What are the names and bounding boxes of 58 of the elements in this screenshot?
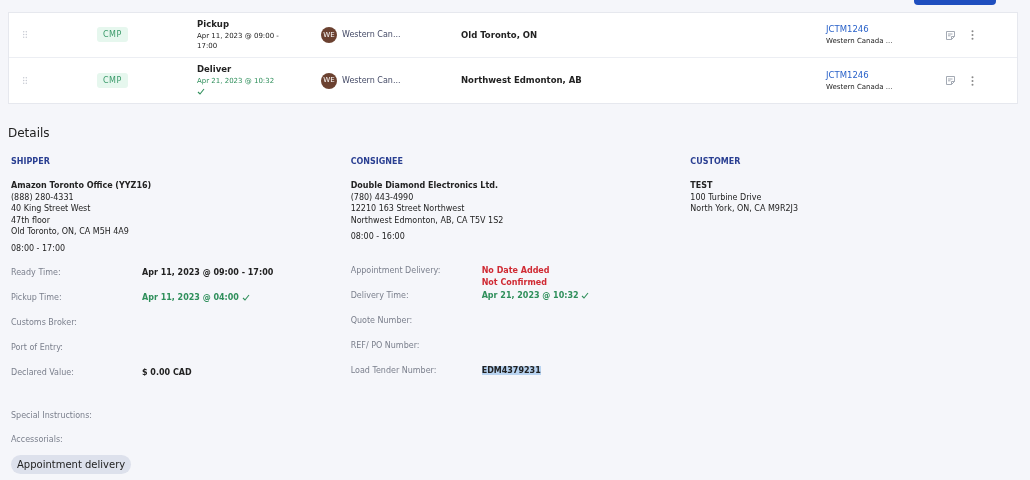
address-line: 12210 163 Street Northwest [350,203,466,215]
stop-location: Northwest Edmonton, AB [461,74,583,87]
carrier-name: Western Can... [342,29,401,41]
reference-link[interactable]: JCTM1246 [826,68,946,82]
note-icon[interactable] [946,76,955,85]
field-value: EDM4379231 [481,366,541,376]
field-value: Not Confirmed [481,278,547,288]
field-label: Delivery Time: [350,290,410,303]
field-label: Port of Entry: [11,341,65,354]
field-label: Accessorials: [11,433,64,446]
party-heading: SHIPPER [11,156,51,168]
party-name: Double Diamond Electronics Ltd. [350,180,500,192]
address-line: 40 King Street West [11,203,92,215]
field-value: Apr 11, 2023 @ 04:00 [142,292,239,302]
more-options-icon[interactable] [971,75,974,86]
stop-type: Deliver [197,63,233,76]
drag-handle-icon[interactable] [23,31,27,38]
reference-link[interactable]: JCTM1246 [826,23,946,37]
address-line: 100 Turbine Drive [690,191,763,204]
field-value: Apr 21, 2023 @ 10:32 [481,291,579,301]
section-title: Details [8,125,51,142]
check-icon [241,293,250,301]
address-line: North York, ON, CA M9R2J3 [690,203,800,215]
status-tag: CMP [97,27,128,42]
address-line: 47th floor [11,214,52,227]
business-hours: 08:00 - 16:00 [350,231,406,244]
check-icon [197,87,205,95]
drag-handle-icon[interactable] [23,76,27,84]
stop-location: Old Toronto, ON [461,28,539,42]
address-line: (888) 280-4331 [11,191,75,204]
business-hours: 08:00 - 17:00 [11,242,67,255]
field-label: Special Instructions: [11,409,94,422]
field-value: $ 0.00 CAD [142,367,192,377]
field-label: Ready Time: [11,266,62,279]
stop-type: Pickup [197,18,230,32]
field-label: Declared Value: [11,366,75,379]
more-options-icon[interactable] [971,30,974,40]
status-tag: CMP [97,72,128,88]
party-name: TEST [690,180,714,192]
field-label: REF/ PO Number: [350,340,421,353]
field-label: Customs Broker: [11,316,78,329]
party-name: Amazon Toronto Office (YYZ16) [11,180,153,192]
address-line: Old Toronto, ON, CA M5H 4A9 [11,226,130,238]
note-icon[interactable] [946,30,955,40]
field-value: Apr 11, 2023 @ 09:00 - 17:00 [142,267,274,277]
address-line: (780) 443-4990 [350,191,415,204]
field-label: Appointment Delivery: [350,265,442,278]
carrier-name: Western Can... [342,74,401,87]
party-heading: CUSTOMER [690,156,742,168]
party-heading: CONSIGNEE [350,156,404,168]
button-edge[interactable] [914,0,996,5]
field-label: Load Tender Number: [350,365,438,378]
field-label: Pickup Time: [11,291,63,304]
field-value: No Date Added [481,266,550,276]
check-icon [581,292,590,300]
accessorial-tag: Appointment delivery [11,454,132,474]
field-label: Quote Number: [350,315,414,328]
address-line: Northwest Edmonton, AB, CA T5V 1S2 [350,214,505,227]
